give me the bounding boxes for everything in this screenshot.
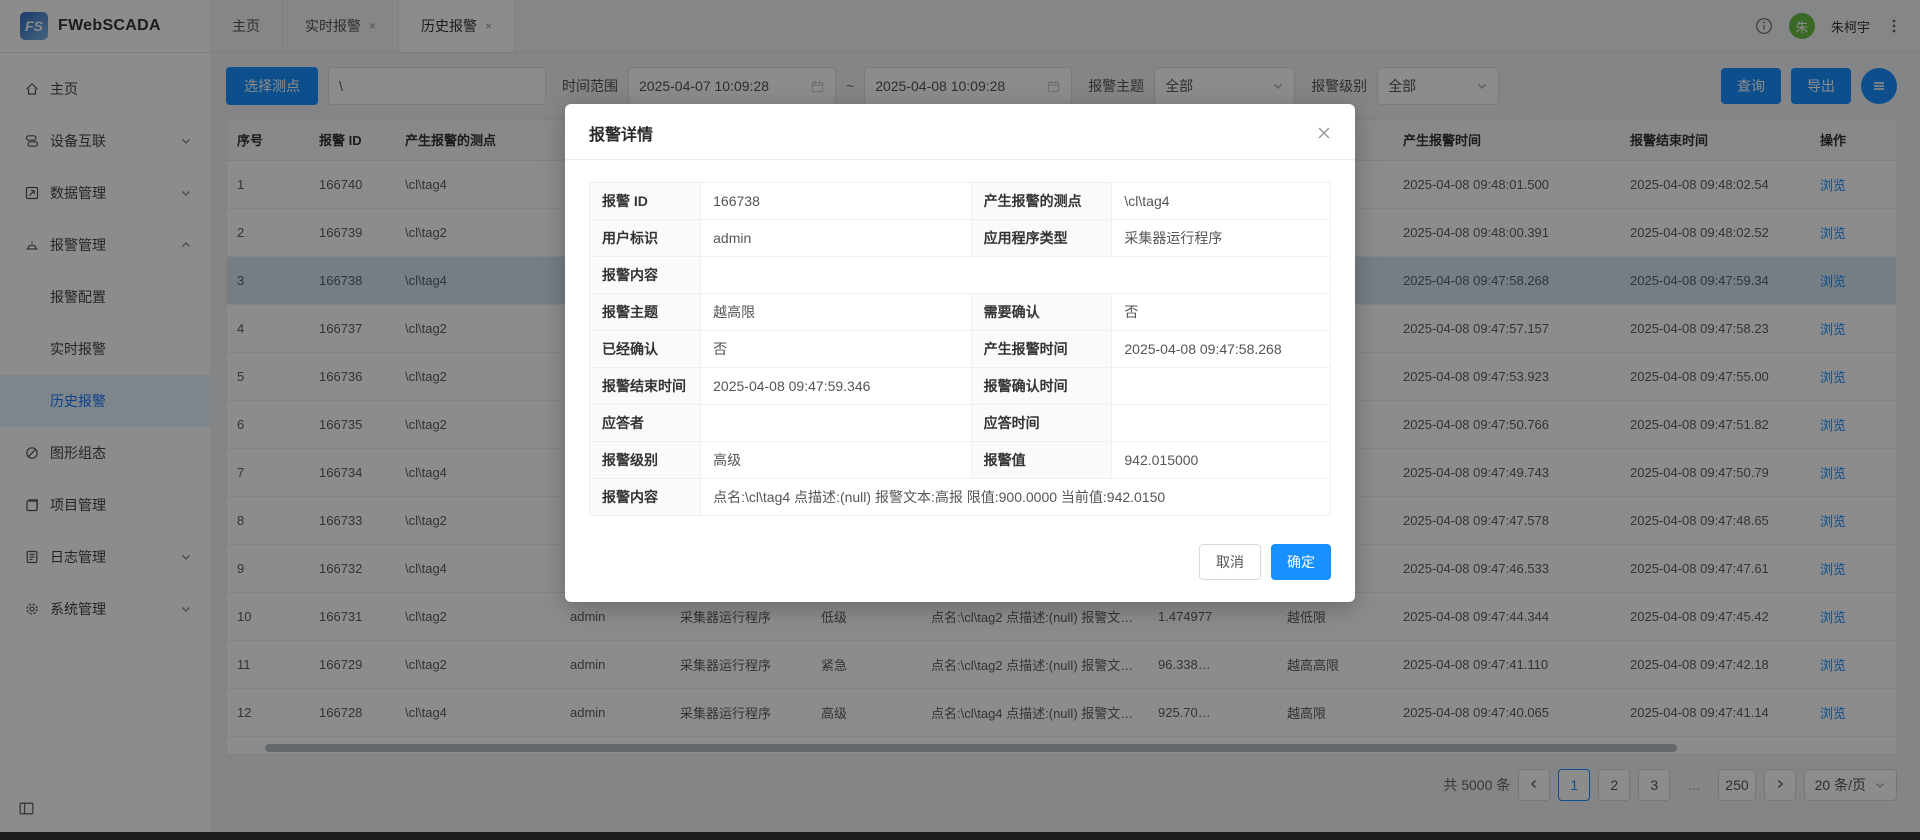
detail-label: 需要确认 <box>971 294 1112 331</box>
modal-footer: 取消 确定 <box>565 524 1355 602</box>
cancel-button[interactable]: 取消 <box>1199 544 1261 580</box>
detail-row: 报警内容点名:\cl\tag4 点描述:(null) 报警文本:高报 限值:90… <box>590 479 1331 516</box>
detail-label: 产生报警时间 <box>971 331 1112 368</box>
detail-value <box>701 257 1331 294</box>
modal-header: 报警详情 <box>565 104 1355 160</box>
detail-label: 报警值 <box>971 442 1112 479</box>
detail-row: 用户标识admin应用程序类型采集器运行程序 <box>590 220 1331 257</box>
detail-value: 采集器运行程序 <box>1112 220 1331 257</box>
detail-value: 否 <box>1112 294 1331 331</box>
detail-label: 产生报警的测点 <box>971 183 1112 220</box>
confirm-button[interactable]: 确定 <box>1271 544 1331 580</box>
detail-row: 报警内容 <box>590 257 1331 294</box>
detail-label: 应用程序类型 <box>971 220 1112 257</box>
detail-row: 报警 ID166738产生报警的测点\cl\tag4 <box>590 183 1331 220</box>
modal-title: 报警详情 <box>589 121 653 145</box>
detail-label: 应答者 <box>590 405 701 442</box>
detail-row: 报警主题越高限需要确认否 <box>590 294 1331 331</box>
detail-label: 报警主题 <box>590 294 701 331</box>
close-icon[interactable] <box>1317 126 1331 140</box>
detail-value: 2025-04-08 09:47:59.346 <box>701 368 971 405</box>
detail-row: 已经确认否产生报警时间2025-04-08 09:47:58.268 <box>590 331 1331 368</box>
detail-value <box>701 405 971 442</box>
detail-value: \cl\tag4 <box>1112 183 1331 220</box>
detail-label: 报警确认时间 <box>971 368 1112 405</box>
detail-value: 越高限 <box>701 294 971 331</box>
detail-value: 高级 <box>701 442 971 479</box>
detail-label: 报警级别 <box>590 442 701 479</box>
detail-value: 942.015000 <box>1112 442 1331 479</box>
detail-value <box>1112 368 1331 405</box>
detail-row: 应答者 应答时间 <box>590 405 1331 442</box>
modal-body: 报警 ID166738产生报警的测点\cl\tag4用户标识admin应用程序类… <box>565 160 1355 524</box>
alarm-detail-modal: 报警详情 报警 ID166738产生报警的测点\cl\tag4用户标识admin… <box>565 104 1355 602</box>
detail-label: 报警内容 <box>590 257 701 294</box>
detail-label: 应答时间 <box>971 405 1112 442</box>
detail-label: 已经确认 <box>590 331 701 368</box>
detail-value: 166738 <box>701 183 971 220</box>
detail-label: 报警内容 <box>590 479 701 516</box>
detail-value: 2025-04-08 09:47:58.268 <box>1112 331 1331 368</box>
detail-value <box>1112 405 1331 442</box>
detail-value: 否 <box>701 331 971 368</box>
detail-row: 报警级别高级报警值942.015000 <box>590 442 1331 479</box>
detail-label: 报警 ID <box>590 183 701 220</box>
detail-row: 报警结束时间2025-04-08 09:47:59.346报警确认时间 <box>590 368 1331 405</box>
detail-label: 用户标识 <box>590 220 701 257</box>
detail-value: admin <box>701 220 971 257</box>
detail-label: 报警结束时间 <box>590 368 701 405</box>
detail-value: 点名:\cl\tag4 点描述:(null) 报警文本:高报 限值:900.00… <box>701 479 1331 516</box>
